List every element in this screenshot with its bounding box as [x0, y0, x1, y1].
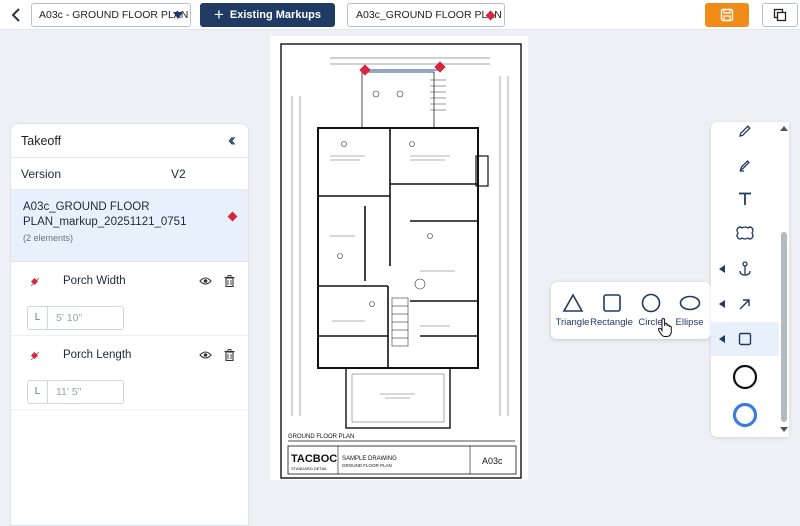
scroll-thumb[interactable] [781, 232, 787, 422]
pencil-icon [739, 125, 751, 137]
anchor-icon [739, 261, 751, 276]
shape-label: Rectangle [590, 317, 633, 328]
anchor-tool[interactable] [711, 252, 779, 286]
sheet-sub: GROUND FLOOR PLAN [342, 463, 392, 468]
list-item[interactable]: Porch Length [11, 336, 248, 374]
version-value: V2 [171, 166, 186, 181]
copy-icon [773, 8, 787, 22]
markup-toolbar [711, 122, 789, 437]
document-select[interactable]: A03c - GROUND FLOOR PLAN [31, 3, 191, 27]
arrow-icon [739, 299, 750, 310]
color-black[interactable] [711, 360, 779, 394]
version-row: Version V2 [11, 158, 248, 190]
measure-line-icon [29, 274, 43, 288]
highlighter-tool[interactable] [711, 148, 779, 182]
company-sub: STANDARD DETAIL [291, 466, 328, 471]
expand-left-icon [719, 335, 725, 343]
circle-black-icon [732, 364, 758, 390]
expand-left-icon [719, 300, 725, 308]
length-unit: L [28, 380, 48, 403]
eye-icon[interactable] [198, 274, 212, 288]
length-value: 5' 10" [56, 311, 83, 324]
item-label: Porch Width [63, 275, 126, 287]
marker-diamond-icon [227, 211, 238, 222]
takeoff-header: Takeoff ‹‹ [11, 124, 248, 158]
markup-count: (2 elements) [23, 233, 74, 243]
shape-option-rectangle[interactable]: Rectangle [590, 293, 633, 328]
shape-picker: Triangle Rectangle Circle Ellipse [551, 282, 711, 339]
text-icon [739, 192, 751, 205]
drawing-title: GROUND FLOOR PLAN [288, 434, 354, 440]
shape-option-triangle[interactable]: Triangle [554, 293, 592, 328]
eye-icon[interactable] [198, 348, 212, 362]
color-blue[interactable] [711, 398, 779, 432]
floor-plan-drawing: GROUND FLOOR PLAN TACBOC STANDARD DETAIL… [280, 43, 522, 479]
text-tool[interactable] [711, 182, 779, 216]
existing-markups-label: Existing Markups [229, 9, 321, 21]
existing-markups-button[interactable]: + Existing Markups [200, 3, 335, 27]
expand-left-icon [719, 265, 725, 273]
markup-name: A03c_GROUND FLOOR PLAN_markup_20251121_0… [23, 201, 187, 228]
trash-icon[interactable] [222, 348, 236, 362]
scroll-up-icon[interactable] [780, 126, 788, 131]
sheet-number: A03c [482, 456, 503, 466]
length-field[interactable]: L 5' 10" [27, 305, 124, 330]
plus-icon: + [213, 4, 224, 24]
company-name: TACBOC [291, 453, 337, 465]
save-icon [720, 8, 734, 22]
chevron-down-icon [173, 12, 183, 19]
shape-label: Ellipse [675, 317, 704, 328]
scroll-down-icon[interactable] [780, 427, 788, 432]
document-select-value: A03c - GROUND FLOOR PLAN [39, 9, 189, 21]
length-unit: L [28, 306, 48, 329]
hand-cursor-icon [657, 318, 672, 337]
top-bar: A03c - GROUND FLOOR PLAN + Existing Mark… [0, 0, 800, 30]
collapse-icon[interactable]: ‹‹ [228, 130, 238, 151]
cloud-icon [736, 226, 754, 240]
save-button[interactable] [705, 3, 749, 27]
list-item[interactable]: Porch Width [11, 262, 248, 300]
pencil-tool[interactable] [711, 114, 779, 148]
length-row: L 5' 10" [11, 300, 248, 336]
ellipse-icon [679, 295, 700, 311]
markup-card[interactable]: A03c_GROUND FLOOR PLAN_markup_20251121_0… [11, 190, 248, 262]
duplicate-button[interactable] [762, 3, 798, 27]
circle-icon [641, 293, 660, 313]
circle-blue-icon [732, 402, 758, 428]
shape-icon [738, 332, 752, 346]
length-row: L 11' 5" [11, 374, 248, 410]
takeoff-title: Takeoff [21, 133, 62, 148]
takeoff-panel: Takeoff ‹‹ Version V2 A03c_GROUND FLOOR … [10, 123, 249, 526]
toolbar-scrollbar[interactable] [779, 122, 789, 437]
cloud-tool[interactable] [711, 216, 779, 250]
trash-icon[interactable] [222, 274, 236, 288]
version-label: Version [21, 166, 62, 181]
sheet-name: SAMPLE DRAWING [342, 456, 397, 462]
length-field[interactable]: L 11' 5" [27, 379, 124, 404]
shape-tool[interactable] [711, 322, 779, 356]
length-value: 11' 5" [56, 385, 82, 398]
measure-line-icon [29, 348, 43, 362]
markup-point[interactable] [434, 61, 446, 73]
markup-tab-label: A03c_GROUND FLOOR PLAN [356, 9, 502, 21]
drawing-sheet[interactable]: GROUND FLOOR PLAN TACBOC STANDARD DETAIL… [270, 36, 528, 480]
shape-option-ellipse[interactable]: Ellipse [671, 293, 709, 328]
markup-tab[interactable]: A03c_GROUND FLOOR PLAN [347, 3, 505, 27]
square-icon [602, 294, 621, 312]
back-icon[interactable] [8, 6, 24, 24]
triangle-icon [562, 293, 583, 312]
highlighter-icon [739, 160, 750, 172]
arrow-tool[interactable] [711, 287, 779, 321]
shape-label: Triangle [555, 317, 590, 328]
item-label: Porch Length [63, 349, 132, 361]
markup-point[interactable] [359, 64, 371, 76]
